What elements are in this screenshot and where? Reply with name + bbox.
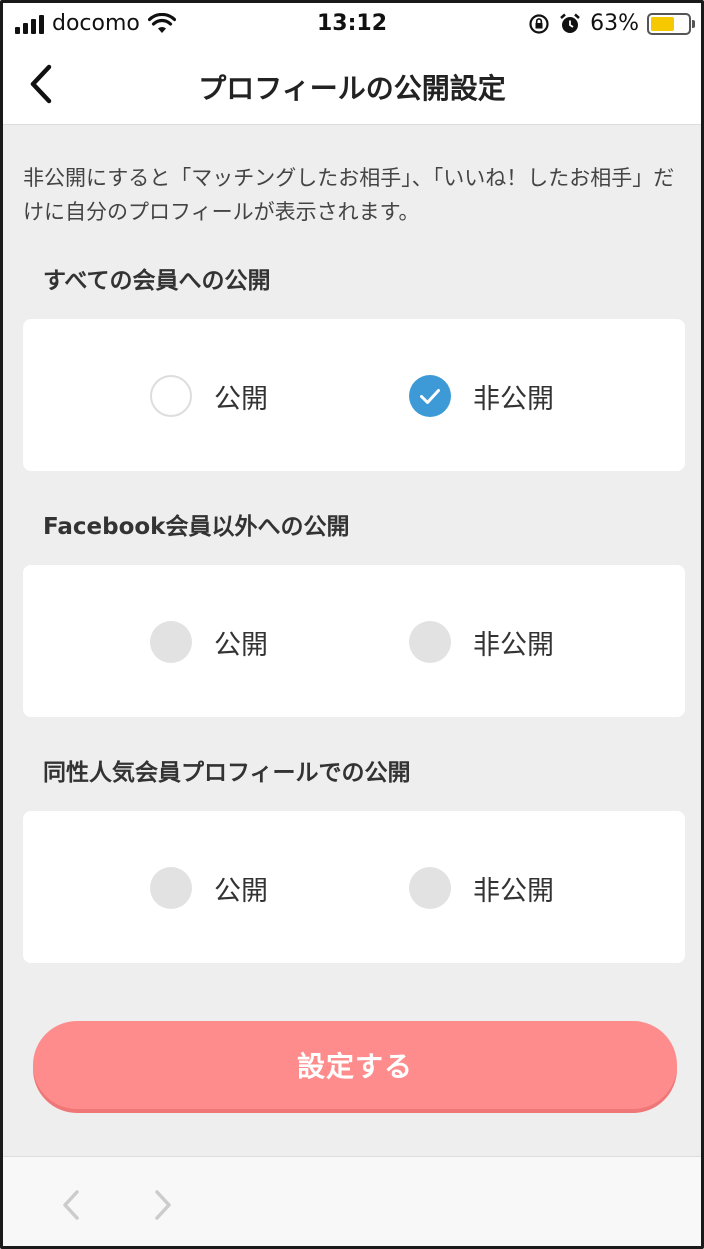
option-public: 公開 — [150, 621, 268, 663]
radio-disabled — [150, 621, 192, 663]
option-public[interactable]: 公開 — [150, 375, 268, 417]
checkmark-icon — [420, 389, 440, 404]
bottom-toolbar — [3, 1156, 701, 1246]
option-label: 非公開 — [473, 629, 554, 661]
option-label: 公開 — [214, 383, 268, 415]
option-private: 非公開 — [409, 621, 554, 663]
option-label: 非公開 — [473, 875, 554, 907]
navigation-bar: プロフィールの公開設定 — [3, 47, 701, 125]
option-private[interactable]: 非公開 — [409, 375, 554, 417]
option-private: 非公開 — [409, 867, 554, 909]
option-public: 公開 — [150, 867, 268, 909]
battery-percentage: 63% — [590, 11, 639, 36]
option-label: 公開 — [214, 875, 268, 907]
toolbar-forward-button[interactable] — [143, 1185, 183, 1225]
chevron-right-icon — [155, 1190, 171, 1220]
section-label-popular-members: 同性人気会員プロフィールでの公開 — [43, 760, 411, 786]
alarm-clock-icon — [560, 13, 580, 33]
card-all-members: 公開 非公開 — [23, 319, 685, 471]
toolbar-back-button[interactable] — [51, 1185, 91, 1225]
radio-disabled — [409, 621, 451, 663]
option-label: 非公開 — [473, 383, 554, 415]
radio-checked[interactable] — [409, 375, 451, 417]
card-popular-members: 公開 非公開 — [23, 811, 685, 963]
battery-fill — [651, 16, 674, 31]
section-label-non-facebook: Facebook会員以外への公開 — [43, 514, 350, 540]
card-non-facebook: 公開 非公開 — [23, 565, 685, 717]
rotation-lock-icon — [529, 13, 549, 34]
battery-icon — [647, 12, 695, 35]
status-bar: docomo 13:12 63% — [3, 3, 701, 47]
section-label-all-members: すべての会員への公開 — [43, 268, 271, 294]
radio-disabled — [409, 867, 451, 909]
status-right: 63% — [528, 11, 695, 36]
chevron-left-icon — [63, 1190, 79, 1220]
option-label: 公開 — [214, 629, 268, 661]
radio-unchecked[interactable] — [150, 375, 192, 417]
page-title: プロフィールの公開設定 — [198, 72, 506, 105]
app-frame: docomo 13:12 63% プロフィールの公開設定 非公開にすると「マッチ… — [0, 0, 704, 1249]
privacy-description: 非公開にすると「マッチングしたお相手」、「いいね！したお相手」だけに自分のプロフ… — [23, 166, 675, 224]
submit-button[interactable]: 設定する — [33, 1021, 677, 1109]
radio-disabled — [150, 867, 192, 909]
